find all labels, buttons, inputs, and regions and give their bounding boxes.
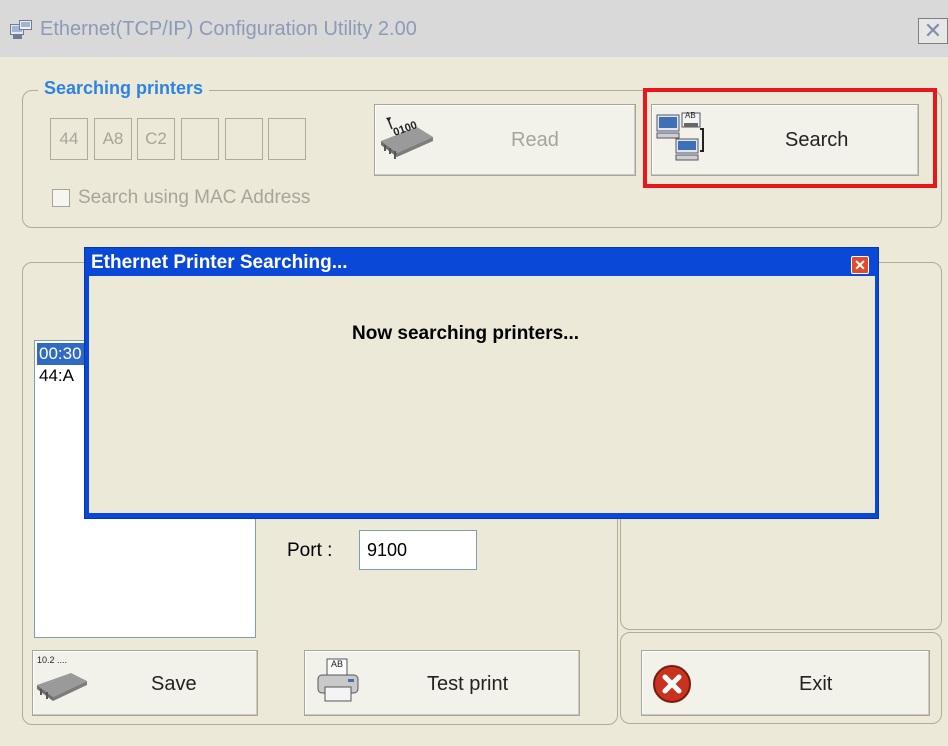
window-close-button[interactable]: ✕ (918, 18, 948, 44)
port-input[interactable]: 9100 (359, 530, 477, 570)
chip-icon (35, 659, 89, 713)
mac-octet-4[interactable] (181, 118, 219, 160)
dialog-title: Ethernet Printer Searching... (91, 252, 348, 273)
save-button[interactable]: 10.2 .... Save (32, 650, 258, 716)
dialog-body (89, 276, 875, 513)
printer-icon-text: AB (331, 659, 344, 669)
searching-printers-label: Searching printers (38, 78, 210, 99)
save-icon-text: 10.2 .... (37, 655, 68, 665)
exit-button[interactable]: Exit (641, 650, 930, 716)
exit-button-label: Exit (799, 673, 833, 695)
dialog-close-button[interactable]: ✕ (851, 256, 869, 274)
mac-octet-6[interactable] (268, 118, 306, 160)
search-mac-checkbox-label: Search using MAC Address (78, 187, 311, 208)
save-button-label: Save (151, 673, 197, 695)
mac-octet-5[interactable] (225, 118, 263, 160)
mac-octet-3[interactable]: C2 (137, 118, 175, 160)
read-button-label: Read (511, 129, 559, 151)
search-mac-checkbox[interactable] (52, 189, 70, 207)
mac-octet-1[interactable]: 44 (50, 118, 88, 160)
test-print-button[interactable]: AB Test print (304, 650, 580, 716)
dialog-message: Now searching printers... (352, 323, 579, 344)
app-icon (10, 20, 32, 40)
test-print-button-label: Test print (427, 673, 509, 695)
close-circle-icon (652, 664, 692, 710)
port-label: Port : (287, 540, 333, 561)
search-button-highlight (643, 88, 937, 188)
mac-octet-2[interactable]: A8 (94, 118, 132, 160)
read-button[interactable]: 0100 Read (374, 104, 636, 176)
window-title: Ethernet(TCP/IP) Configuration Utility 2… (40, 18, 417, 40)
